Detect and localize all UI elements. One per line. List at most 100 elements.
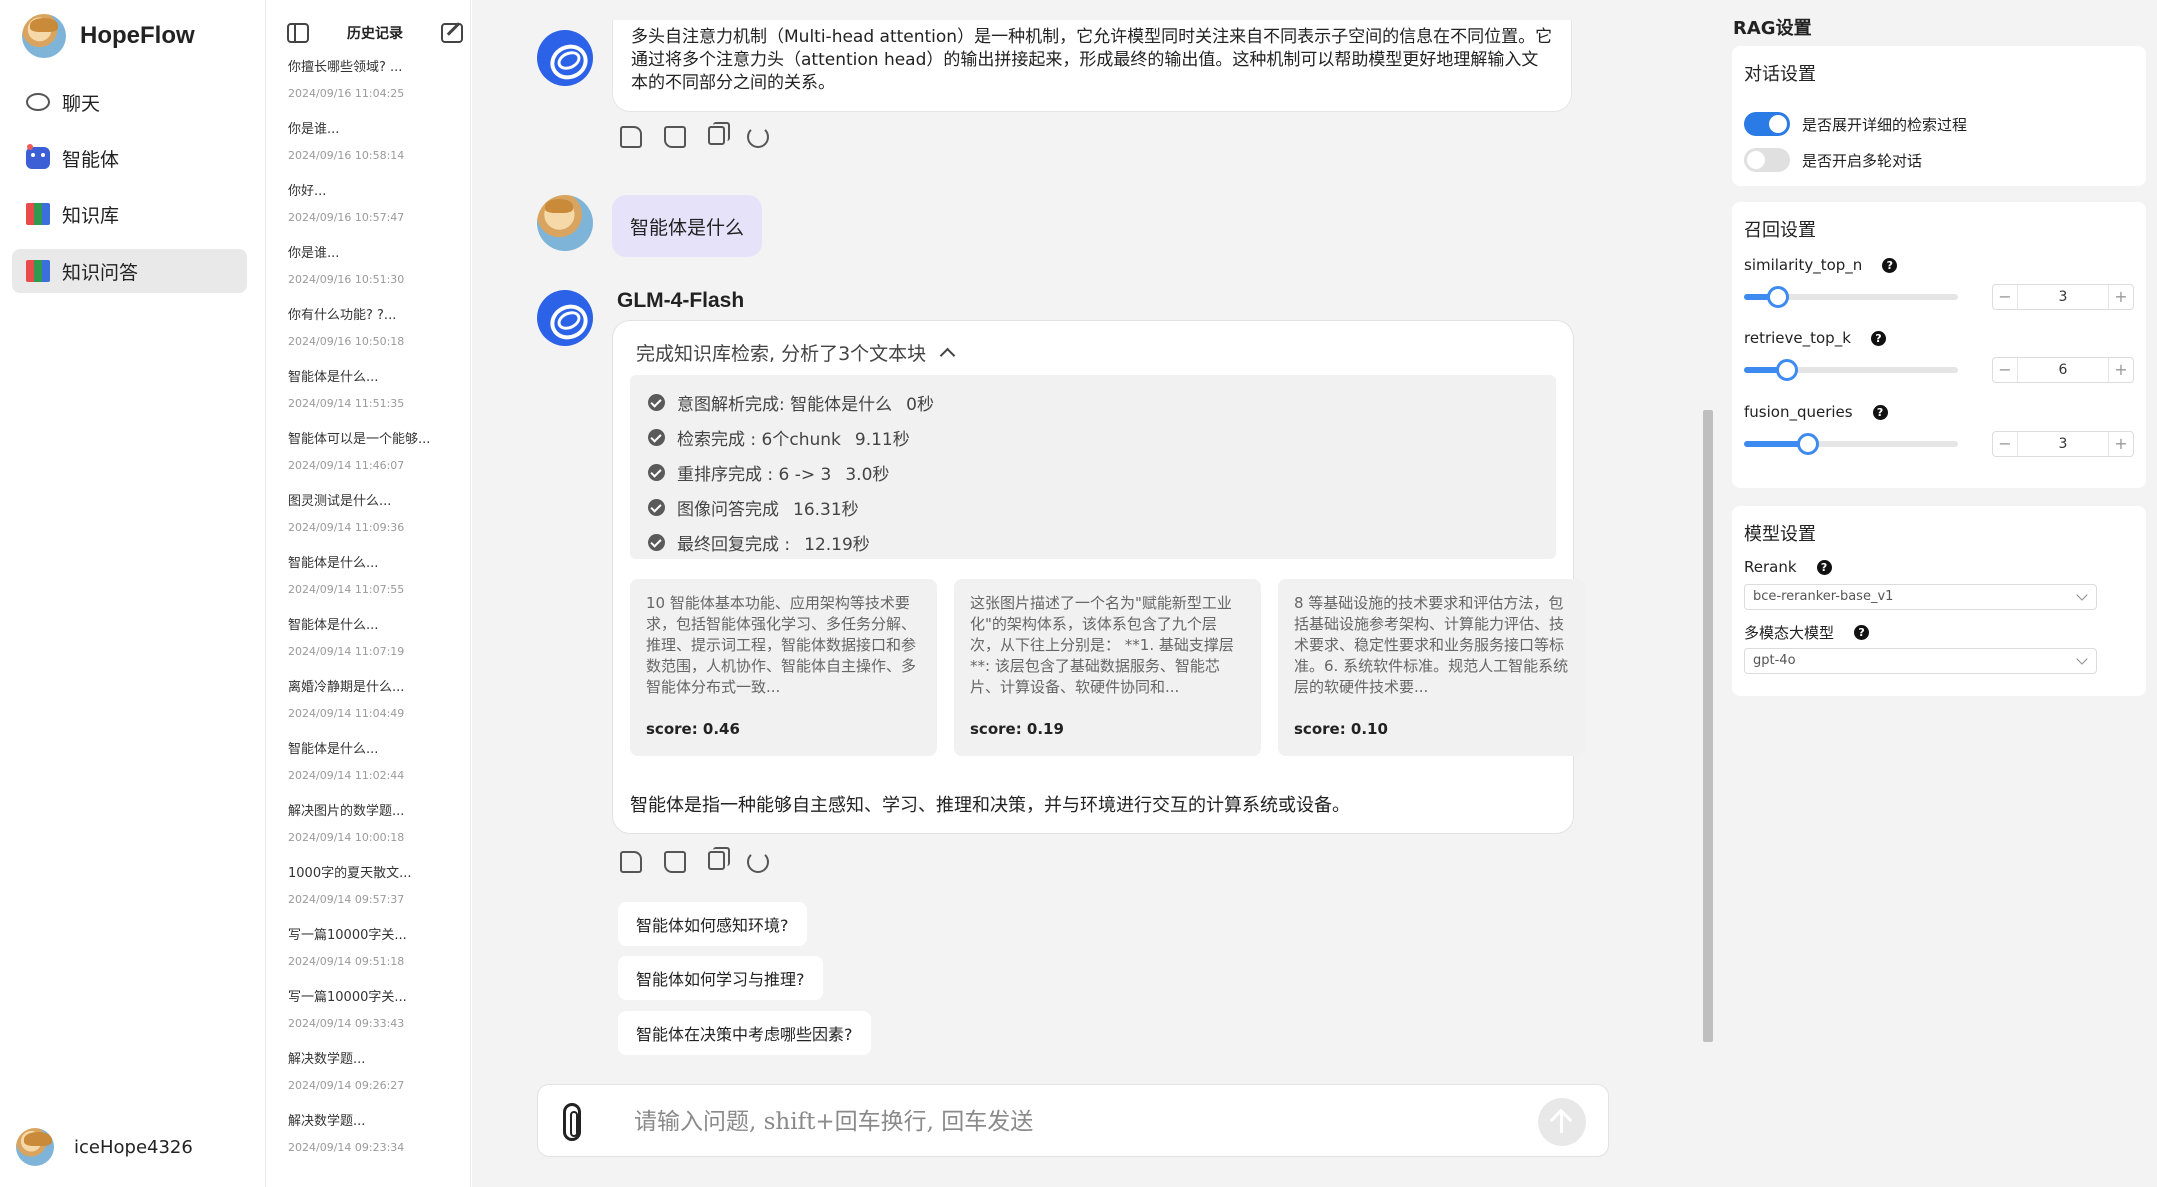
increment-button[interactable]: + [2109, 358, 2133, 382]
chunk-card[interactable]: 10 智能体基本功能、应用架构等技术要求，包括智能体强化学习、多任务分解、推理、… [630, 579, 937, 756]
history-time: 2024/09/14 11:07:19 [288, 645, 405, 658]
decrement-button[interactable]: − [1993, 432, 2017, 456]
nav-item-chat[interactable]: 聊天 [12, 80, 247, 124]
check-circle-icon [648, 499, 665, 516]
multi-turn-toggle[interactable] [1744, 148, 1790, 172]
history-item[interactable]: 你擅长哪些领域? ... 2024/09/16 11:04:25 [288, 58, 463, 120]
user-avatar [16, 1128, 54, 1166]
stepper-value[interactable]: 6 [2017, 358, 2109, 382]
history-question: 智能体可以是一个能够... [288, 432, 431, 447]
rerank-select[interactable]: bce-reranker-base_v1 [1744, 584, 2097, 610]
select-value: gpt-4o [1753, 653, 1796, 668]
history-item[interactable]: 你有什么功能? ?... 2024/09/16 10:50:18 [288, 306, 463, 368]
param-label: retrieve_top_k ? [1744, 329, 1886, 347]
history-item[interactable]: 智能体是什么... 2024/09/14 11:07:55 [288, 554, 463, 616]
retrieval-step: 检索完成 : 6个chunk 9.11秒 [630, 420, 1556, 455]
retrieval-step: 意图解析完成: 智能体是什么 0秒 [630, 385, 1556, 420]
send-button[interactable] [1538, 1098, 1586, 1146]
step-label: 图像问答完成 [677, 500, 779, 520]
help-icon[interactable]: ? [1854, 625, 1870, 640]
nav-item-knowledge-qa[interactable]: 知识问答 [12, 249, 247, 293]
chunk-text: 10 智能体基本功能、应用架构等技术要求，包括智能体强化学习、多任务分解、推理、… [646, 594, 917, 696]
stepper-value[interactable]: 3 [2017, 432, 2109, 456]
regenerate-icon[interactable] [747, 126, 769, 148]
section-title: 模型设置 [1744, 524, 1816, 545]
history-list: 你擅长哪些领域? ... 2024/09/16 11:04:25 你是谁... 202… [288, 58, 463, 1174]
retrieval-summary: 完成知识库检索, 分析了3个文本块 [636, 343, 927, 365]
new-chat-icon[interactable] [441, 23, 463, 43]
thumbs-up-icon[interactable] [620, 851, 642, 873]
step-label: 检索完成 : 6个chunk [677, 430, 841, 450]
stepper-value[interactable]: 3 [2017, 285, 2109, 309]
history-item[interactable]: 解决数学题... 2024/09/14 09:26:27 [288, 1050, 463, 1112]
history-question: 写一篇10000字关... [288, 990, 407, 1005]
step-time: 0秒 [906, 395, 934, 415]
nav-item-knowledge-base[interactable]: 知识库 [12, 192, 247, 236]
robot-icon [26, 144, 50, 169]
help-icon[interactable]: ? [1816, 559, 1832, 575]
copy-icon[interactable] [708, 847, 730, 870]
chunk-card[interactable]: 这张图片描述了一个名为"赋能新型工业化"的架构体系，该体系包含了九个层次，从下往… [954, 579, 1261, 756]
recall-settings: 召回设置 similarity_top_n ? − 3 + retrieve_t… [1732, 202, 2146, 488]
step-label: 意图解析完成: 智能体是什么 [677, 395, 893, 415]
history-item[interactable]: 写一篇10000字关... 2024/09/14 09:51:18 [288, 926, 463, 988]
decrement-button[interactable]: − [1993, 285, 2017, 309]
history-item[interactable]: 智能体是什么... 2024/09/14 11:51:35 [288, 368, 463, 430]
attach-icon[interactable] [563, 1103, 581, 1141]
detail-retrieval-toggle[interactable] [1744, 112, 1790, 136]
help-icon[interactable]: ? [1872, 404, 1888, 420]
decrement-button[interactable]: − [1993, 358, 2017, 382]
user-profile[interactable]: iceHope4326 [16, 1128, 193, 1166]
chunk-text: 这张图片描述了一个名为"赋能新型工业化"的架构体系，该体系包含了九个层次，从下往… [970, 594, 1234, 696]
history-item[interactable]: 离婚冷静期是什么... 2024/09/14 11:04:49 [288, 678, 463, 740]
param-name: fusion_queries [1744, 403, 1853, 421]
chunk-score: score: 0.46 [646, 720, 740, 738]
history-item[interactable]: 你是谁... 2024/09/16 10:51:30 [288, 244, 463, 306]
regenerate-icon[interactable] [747, 851, 769, 873]
history-time: 2024/09/16 10:51:30 [288, 273, 405, 286]
similarity-top-n-slider[interactable] [1744, 286, 1958, 308]
thumbs-up-icon[interactable] [620, 126, 642, 148]
history-item[interactable]: 智能体是什么... 2024/09/14 11:07:19 [288, 616, 463, 678]
history-item[interactable]: 智能体是什么... 2024/09/14 11:02:44 [288, 740, 463, 802]
history-item[interactable]: 你好... 2024/09/16 10:57:47 [288, 182, 463, 244]
history-time: 2024/09/14 11:46:07 [288, 459, 405, 472]
param-label: fusion_queries ? [1744, 403, 1888, 421]
help-icon[interactable]: ? [1870, 330, 1886, 346]
similarity-top-n-stepper: − 3 + [1992, 284, 2134, 310]
history-item[interactable]: 写一篇10000字关... 2024/09/14 09:33:43 [288, 988, 463, 1050]
chunk-card[interactable]: 8 等基础设施的技术要求和评估方法，包括基础设施参考架构、计算能力评估、技术要求… [1278, 579, 1585, 756]
history-time: 2024/09/16 10:58:14 [288, 149, 405, 162]
slider-handle[interactable] [1767, 286, 1789, 308]
suggestion-chip[interactable]: 智能体如何感知环境? [618, 902, 807, 946]
history-item[interactable]: 1000字的夏天散文... 2024/09/14 09:57:37 [288, 864, 463, 926]
dialog-settings: 对话设置 是否展开详细的检索过程 是否开启多轮对话 [1732, 46, 2146, 186]
suggestion-chip[interactable]: 智能体在决策中考虑哪些因素? [618, 1011, 871, 1055]
retrieval-toggle[interactable]: 完成知识库检索, 分析了3个文本块 [636, 339, 956, 366]
multimodal-model-select[interactable]: gpt-4o [1744, 648, 2097, 674]
slider-handle[interactable] [1776, 359, 1798, 381]
fusion-queries-slider[interactable] [1744, 433, 1958, 455]
chat-input[interactable] [634, 1105, 1514, 1139]
copy-icon[interactable] [708, 122, 730, 145]
scrollbar[interactable] [1703, 410, 1713, 1042]
increment-button[interactable]: + [2109, 285, 2133, 309]
rag-title: RAG设置 [1733, 18, 1812, 39]
help-icon[interactable]: ? [1882, 257, 1898, 273]
history-item[interactable]: 图灵测试是什么... 2024/09/14 11:09:36 [288, 492, 463, 554]
thumbs-down-icon[interactable] [664, 126, 686, 148]
brand[interactable]: HopeFlow [22, 14, 195, 58]
history-item[interactable]: 智能体可以是一个能够... 2024/09/14 11:46:07 [288, 430, 463, 492]
chevron-down-icon [2076, 653, 2088, 665]
history-question: 1000字的夏天散文... [288, 866, 412, 881]
slider-handle[interactable] [1797, 433, 1819, 455]
thumbs-down-icon[interactable] [664, 851, 686, 873]
increment-button[interactable]: + [2109, 432, 2133, 456]
history-item[interactable]: 解决数学题... 2024/09/14 09:23:34 [288, 1112, 463, 1174]
history-item[interactable]: 解决图片的数学题... 2024/09/14 10:00:18 [288, 802, 463, 864]
suggestion-chip[interactable]: 智能体如何学习与推理? [618, 956, 823, 1000]
nav-item-agent[interactable]: 智能体 [12, 136, 247, 180]
history-item[interactable]: 你是谁... 2024/09/16 10:58:14 [288, 120, 463, 182]
sidebar-toggle-icon[interactable] [287, 23, 309, 43]
retrieve-top-k-slider[interactable] [1744, 359, 1958, 381]
